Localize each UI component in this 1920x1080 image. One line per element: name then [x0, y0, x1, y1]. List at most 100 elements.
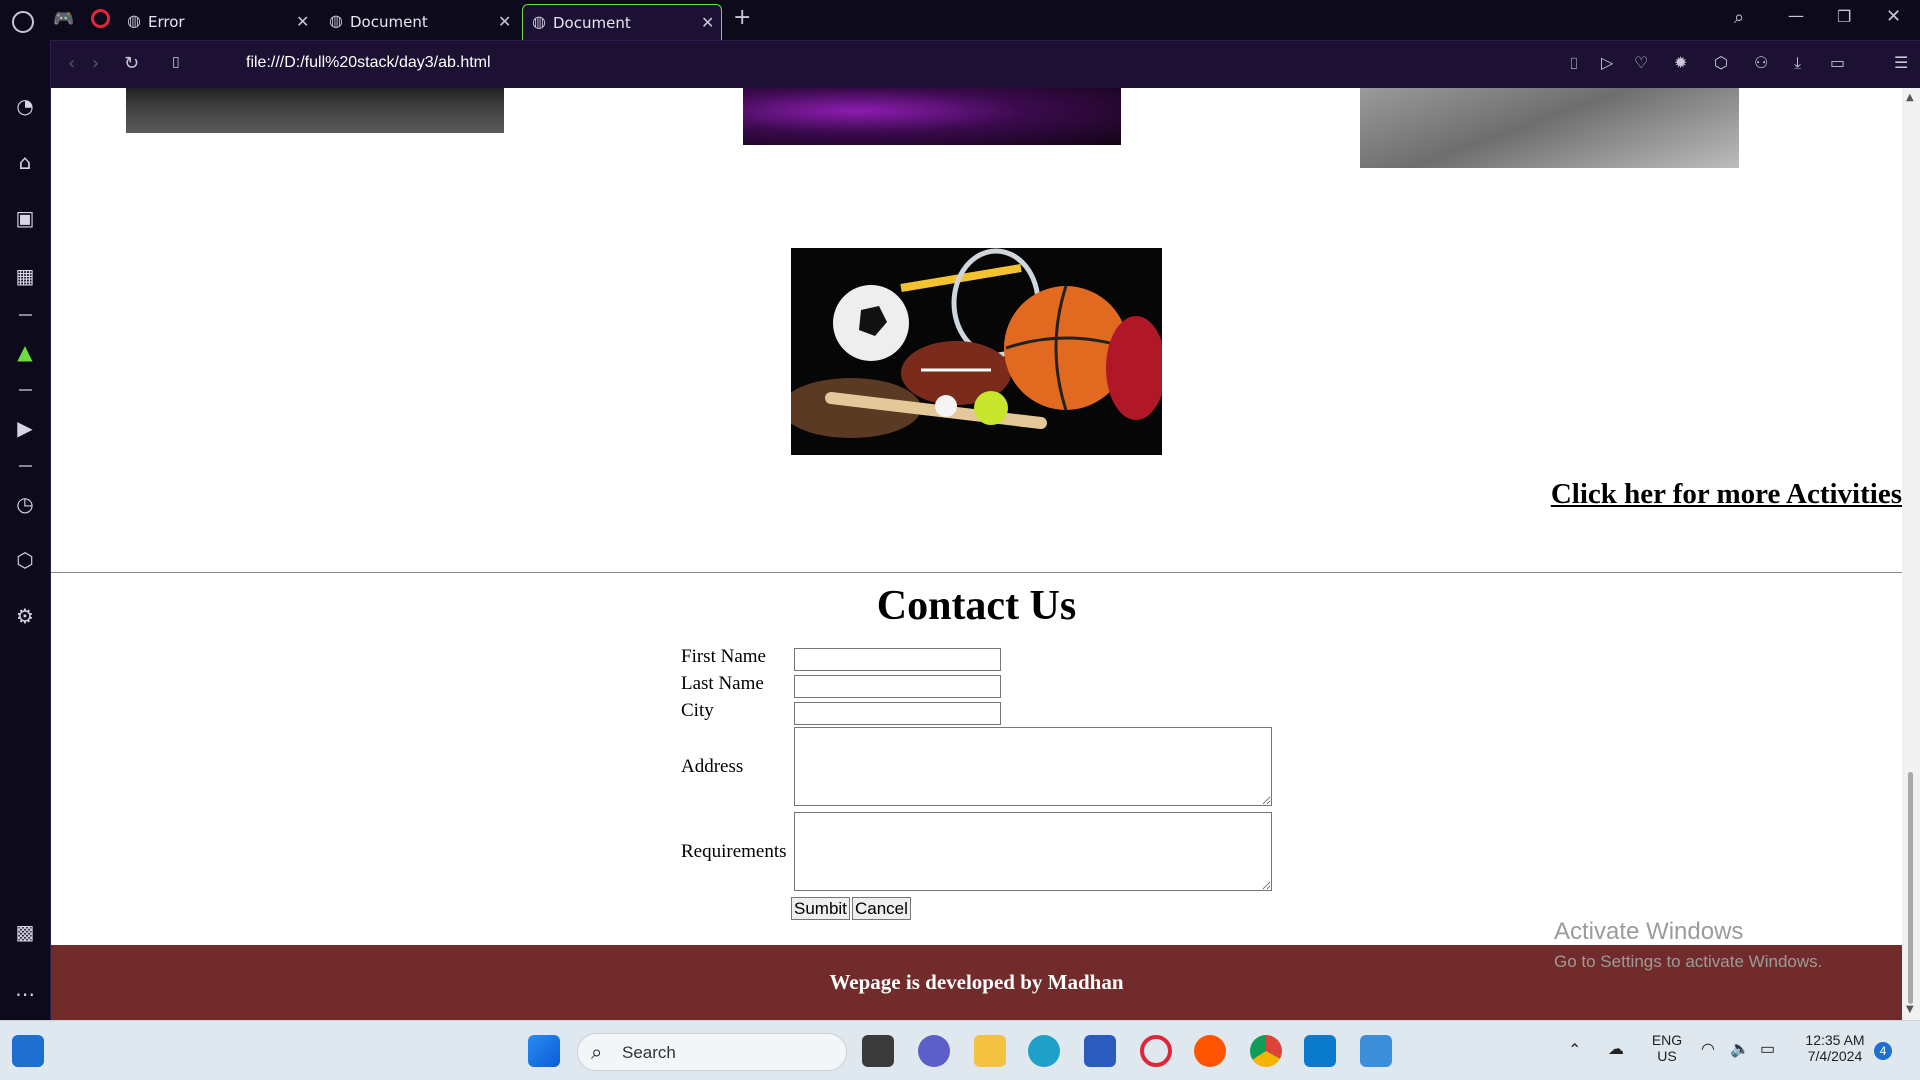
search-placeholder: Search — [622, 1043, 676, 1062]
widgets-icon[interactable] — [12, 1035, 44, 1067]
forward-icon[interactable]: › — [92, 55, 99, 73]
address-bar: ‹ › ↻ ▯ file:///D:/full%20stack/day3/ab.… — [51, 40, 1920, 88]
search-tabs-icon[interactable]: ⌕ — [1734, 9, 1744, 27]
activity-image-sports — [791, 248, 1162, 455]
restore-icon[interactable]: ❐ — [1837, 9, 1851, 25]
first-name-input[interactable] — [794, 648, 1001, 671]
opera-gx-logo-icon[interactable] — [12, 11, 34, 33]
edge-icon[interactable] — [1028, 1035, 1060, 1067]
more-icon[interactable]: ⋯ — [13, 982, 37, 1006]
address-label: Address — [681, 756, 744, 777]
show-hidden-icons-icon[interactable]: ⌃ — [1568, 1040, 1581, 1060]
hardware-icon[interactable]: ▦ — [13, 264, 37, 288]
extensions-cube-icon[interactable]: ⬡ — [13, 548, 37, 572]
page-scrollbar[interactable]: ▲ ▼ — [1902, 88, 1920, 1020]
cancel-button[interactable]: Cancel — [852, 897, 911, 920]
sports-equipment-illustration — [791, 248, 1162, 455]
minimize-icon[interactable]: — — [1788, 8, 1804, 24]
onedrive-icon[interactable]: ☁ — [1608, 1039, 1624, 1059]
activity-image-concert — [743, 88, 1121, 145]
last-name-input[interactable] — [794, 675, 1001, 698]
page-info-icon[interactable]: ▯ — [172, 55, 180, 69]
profile-icon[interactable]: ⚇ — [1754, 55, 1768, 71]
more-activities-link[interactable]: Click her for more Activities — [1551, 478, 1902, 511]
url-field[interactable]: file:///D:/full%20stack/day3/ab.html — [246, 54, 491, 72]
clock[interactable]: 12:35 AM 7/4/2024 — [1795, 1032, 1875, 1064]
watermark-subtitle: Go to Settings to activate Windows. — [1554, 952, 1823, 971]
language-indicator[interactable]: ENG US — [1647, 1032, 1687, 1064]
store-icon[interactable] — [1084, 1035, 1116, 1067]
teams-chat-icon[interactable] — [918, 1035, 950, 1067]
cube-icon[interactable]: ⬡ — [1714, 55, 1728, 71]
easy-setup-icon[interactable]: ☰ — [1894, 55, 1908, 71]
submit-button[interactable]: Sumbit — [791, 897, 850, 920]
send-icon[interactable]: ▷ — [1601, 55, 1613, 71]
scroll-thumb[interactable] — [1908, 772, 1913, 1004]
back-icon[interactable]: ‹ — [68, 55, 75, 73]
settings-icon[interactable]: ⚙ — [13, 604, 37, 628]
browser-sidebar: ◔ ⌂ ▣ ▦ ▲ ▶ ◷ ⬡ ⚙ ▩ ⋯ — [0, 40, 51, 1020]
tab-document-2-active[interactable]: ◍ Document ✕ — [522, 4, 722, 40]
heart-icon[interactable]: ♡ — [1634, 55, 1648, 71]
tab-label: Document — [350, 13, 428, 31]
footer-credit-text: Wepage is developed by Madhan — [829, 970, 1124, 994]
city-input[interactable] — [794, 702, 1001, 725]
language-code: ENG — [1651, 1032, 1683, 1048]
taskbar-search[interactable]: ⌕ Search — [577, 1033, 847, 1071]
vscode-icon[interactable] — [1304, 1035, 1336, 1067]
close-tab-icon[interactable]: ✕ — [296, 14, 309, 30]
scroll-down-icon[interactable]: ▼ — [1906, 1004, 1914, 1015]
opera-icon[interactable] — [91, 9, 110, 28]
snapshot-icon[interactable]: ⌷ — [1569, 56, 1579, 72]
requirements-label: Requirements — [681, 841, 787, 862]
section-divider — [51, 572, 1902, 573]
contact-heading: Contact Us — [876, 583, 1077, 629]
volume-icon[interactable]: 🔈 — [1730, 1039, 1750, 1059]
web-page: Click her for more Activities Contact Us… — [51, 88, 1902, 1020]
tab-error[interactable]: ◍ Error ✕ — [118, 4, 318, 40]
wifi-icon[interactable]: ◠ — [1701, 1039, 1715, 1059]
sidebar-divider — [19, 314, 32, 316]
activate-windows-watermark: Activate Windows Go to Settings to activ… — [1554, 918, 1822, 972]
globe-icon: ◍ — [127, 11, 141, 30]
new-tab-icon[interactable]: + — [733, 7, 751, 29]
wallpaper-icon[interactable]: ▩ — [13, 920, 37, 944]
gx-corner-icon[interactable]: ⌂ — [13, 150, 37, 174]
first-name-label: First Name — [681, 646, 766, 667]
close-tab-icon[interactable]: ✕ — [498, 14, 511, 30]
battery-saver-icon[interactable]: ▭ — [1830, 55, 1845, 71]
file-explorer-icon[interactable] — [974, 1035, 1006, 1067]
date: 7/4/2024 — [1807, 1048, 1863, 1064]
player-icon[interactable]: ▶ — [13, 416, 37, 440]
gx-control-icon[interactable]: ◔ — [13, 94, 37, 118]
time: 12:35 AM — [1805, 1032, 1865, 1048]
scroll-up-icon[interactable]: ▲ — [1906, 92, 1914, 103]
activity-image-parade — [126, 88, 504, 133]
browser-tab-bar: 🎮 ◍ Error ✕ ◍ Document ✕ ◍ Document ✕ + … — [0, 0, 1920, 40]
tab-label: Error — [148, 13, 185, 31]
aria-icon[interactable]: ▲ — [13, 340, 37, 364]
battery-icon[interactable]: ▭ — [1760, 1039, 1775, 1059]
start-icon[interactable] — [528, 1035, 560, 1067]
close-window-icon[interactable]: ✕ — [1886, 8, 1901, 26]
region-code: US — [1657, 1048, 1677, 1064]
history-icon[interactable]: ◷ — [13, 492, 37, 516]
paint-icon[interactable] — [1360, 1035, 1392, 1067]
extensions-icon[interactable]: ✹ — [1674, 55, 1687, 71]
address-textarea[interactable] — [794, 727, 1272, 806]
close-tab-icon[interactable]: ✕ — [701, 15, 714, 31]
notification-badge[interactable]: 4 — [1874, 1042, 1892, 1060]
requirements-textarea[interactable] — [794, 812, 1272, 891]
chrome-icon[interactable] — [1250, 1035, 1282, 1067]
twitch-icon[interactable]: ▣ — [13, 206, 37, 230]
opera-gx-taskbar-icon[interactable] — [1140, 1035, 1172, 1067]
soundcloud-icon[interactable] — [1194, 1035, 1226, 1067]
sidebar-divider — [19, 465, 32, 467]
download-icon[interactable]: ⤓ — [1794, 55, 1801, 71]
tab-document-1[interactable]: ◍ Document ✕ — [320, 4, 520, 40]
task-view-icon[interactable] — [862, 1035, 894, 1067]
gamepad-icon[interactable]: 🎮 — [53, 11, 74, 28]
globe-icon: ◍ — [532, 12, 546, 31]
reload-icon[interactable]: ↻ — [124, 55, 139, 73]
city-label: City — [681, 700, 714, 721]
